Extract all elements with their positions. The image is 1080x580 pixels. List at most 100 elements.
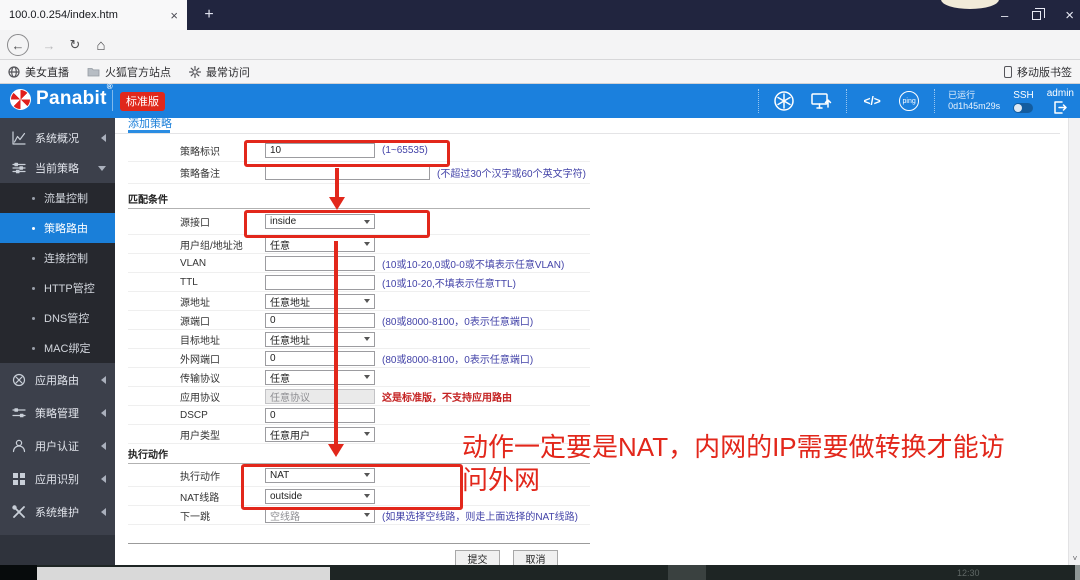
globe-icon — [8, 65, 20, 78]
dscp-input[interactable]: 0 — [265, 407, 375, 423]
app-protocol-input-disabled: 任意协议 — [265, 388, 375, 404]
ttl-input[interactable] — [265, 274, 375, 290]
sidebar-subitem-traffic-control[interactable]: 流量控制 — [0, 183, 115, 213]
field-hint: (如果选择空线路，则走上面选择的NAT线路) — [382, 511, 578, 523]
cancel-button[interactable]: 取消 — [513, 550, 558, 565]
form-row-dest-address: 目标地址 任意地址 — [128, 330, 590, 349]
form-row-transport-protocol: 传输协议 任意 — [128, 368, 590, 387]
monitor-upload-icon[interactable] — [809, 89, 833, 113]
chevron-down-icon — [364, 513, 370, 517]
phone-icon — [1004, 65, 1012, 78]
brand-name: Panabit® — [36, 82, 113, 109]
submit-button[interactable]: 提交 — [455, 550, 500, 565]
policy-note-input[interactable] — [265, 165, 430, 180]
sidebar-item-label: 策略管理 — [35, 407, 79, 420]
field-label: 应用协议 — [180, 392, 220, 404]
tab-close-icon[interactable]: × — [170, 8, 178, 23]
ping-icon[interactable]: ping — [897, 89, 921, 113]
app-header: Panabit® 标准版 </> ping 已运行 0d1h45m29s SSH… — [0, 82, 1080, 118]
home-button[interactable]: ⌂ — [90, 34, 112, 56]
sidebar-subitem-policy-route[interactable]: 策略路由 — [0, 213, 115, 243]
section-match-conditions: 匹配条件 — [128, 194, 590, 209]
section-exec-action: 执行动作 — [128, 444, 590, 464]
sidebar-nav: 系统概况 当前策略 流量控制 策略路由 连接控制 HTTP管控 DNS管控 MA… — [0, 118, 115, 565]
header-actions: </> ping 已运行 0d1h45m29s SSH admin — [758, 84, 1074, 118]
transport-protocol-select[interactable]: 任意 — [265, 369, 375, 385]
policy-id-input[interactable]: 10 — [265, 142, 375, 158]
browser-tab[interactable]: 100.0.0.254/index.htm × — [0, 0, 187, 30]
form-row-ttl: TTL (10或10-20,不填表示任意TTL) — [128, 273, 590, 292]
chevron-down-icon — [364, 473, 370, 477]
sidebar-item-policy-management[interactable]: 策略管理 — [0, 396, 115, 429]
bookmark-label: 最常访问 — [206, 66, 250, 79]
next-hop-select[interactable]: 空线路 — [265, 507, 375, 523]
bullet-icon — [32, 286, 35, 290]
field-label: 源地址 — [180, 297, 210, 309]
form-row-source-interface: 源接口 inside — [128, 209, 590, 235]
sidebar-item-app-identify[interactable]: 应用识别 — [0, 462, 115, 495]
nat-line-select[interactable]: outside — [265, 488, 375, 504]
sidebar-subitem-mac-binding[interactable]: MAC绑定 — [0, 333, 115, 363]
taskbar-clock: 12:30 — [957, 568, 980, 578]
window-close-button[interactable]: × — [1065, 7, 1074, 24]
code-icon[interactable]: </> — [860, 89, 884, 113]
ssh-toggle[interactable] — [1013, 102, 1034, 113]
bookmark-item[interactable]: 美女直播 — [8, 64, 69, 80]
form-row-user-type: 用户类型 任意用户 — [128, 425, 590, 444]
sidebar-subitem-label: MAC绑定 — [44, 343, 91, 355]
mobile-bookmarks[interactable]: 移动版书签 — [1004, 64, 1072, 80]
form-row-policy-id: 策略标识 10 (1~65535) — [128, 139, 590, 162]
sidebar-subitem-label: DNS管控 — [44, 313, 90, 325]
sidebar-item-label: 应用路由 — [35, 374, 79, 387]
sidebar-item-system-overview[interactable]: 系统概况 — [0, 123, 115, 153]
field-label: 用户类型 — [180, 430, 220, 442]
window-controls: – × — [1001, 0, 1074, 30]
sidebar-item-app-route[interactable]: 应用路由 — [0, 363, 115, 396]
screen: 100.0.0.254/index.htm × + – × ← → ↻ ⌂ i … — [0, 0, 1080, 580]
scroll-down-icon[interactable]: ˅ — [1069, 554, 1080, 563]
forward-button[interactable]: → — [38, 34, 60, 56]
source-interface-select[interactable]: inside — [265, 214, 375, 229]
app-wheel-icon[interactable] — [772, 89, 796, 113]
sidebar-item-current-policy[interactable]: 当前策略 — [0, 153, 115, 183]
dest-address-select[interactable]: 任意地址 — [265, 331, 375, 347]
bookmark-folder[interactable]: 火狐官方站点 — [87, 64, 171, 80]
window-minimize-button[interactable]: – — [1001, 8, 1008, 23]
user-menu[interactable]: admin — [1047, 88, 1074, 114]
source-address-select[interactable]: 任意地址 — [265, 293, 375, 309]
form-row-dscp: DSCP 0 — [128, 406, 590, 425]
reload-button[interactable]: ↻ — [64, 34, 86, 56]
field-hint: (80或8000-8100，0表示任意端口) — [382, 316, 534, 328]
chevron-down-icon — [364, 337, 370, 341]
usergroup-select[interactable]: 任意 — [265, 236, 375, 252]
window-restore-button[interactable] — [1032, 7, 1046, 20]
wan-port-input[interactable]: 0 — [265, 350, 375, 366]
source-port-input[interactable]: 0 — [265, 312, 375, 328]
sidebar-subitem-connection-control[interactable]: 连接控制 — [0, 243, 115, 273]
sidebar-item-user-auth[interactable]: 用户认证 — [0, 429, 115, 462]
chevron-left-icon — [101, 441, 106, 450]
bullet-icon — [32, 316, 35, 320]
sidebar-subitem-http-control[interactable]: HTTP管控 — [0, 273, 115, 303]
sidebar-item-system-maintenance[interactable]: 系统维护 — [0, 495, 115, 528]
bookmark-most-visited[interactable]: 最常访问 — [189, 64, 250, 80]
sidebar-subitem-dns-control[interactable]: DNS管控 — [0, 303, 115, 333]
form-row-action: 执行动作 NAT — [128, 464, 590, 487]
form-row-next-hop: 下一跳 空线路 (如果选择空线路，则走上面选择的NAT线路) — [128, 506, 590, 525]
field-label: 外网端口 — [180, 354, 220, 366]
new-tab-button[interactable]: + — [196, 2, 222, 28]
form-row-app-protocol: 应用协议 任意协议 这是标准版，不支持应用路由 — [128, 387, 590, 406]
bookmark-label: 美女直播 — [25, 66, 69, 79]
action-select[interactable]: NAT — [265, 467, 375, 483]
user-type-select[interactable]: 任意用户 — [265, 426, 375, 442]
app-route-icon — [12, 373, 26, 386]
field-label: 源接口 — [180, 218, 210, 229]
taskbar-segment — [668, 565, 706, 580]
vlan-input[interactable] — [265, 255, 375, 271]
back-button[interactable]: ← — [7, 34, 29, 56]
mobile-bookmarks-label: 移动版书签 — [1017, 66, 1072, 79]
field-label: 策略备注 — [180, 169, 220, 180]
chevron-down-icon — [98, 165, 106, 171]
vertical-scrollbar[interactable]: ˅ — [1068, 118, 1080, 565]
edition-badge: 标准版 — [120, 92, 165, 111]
